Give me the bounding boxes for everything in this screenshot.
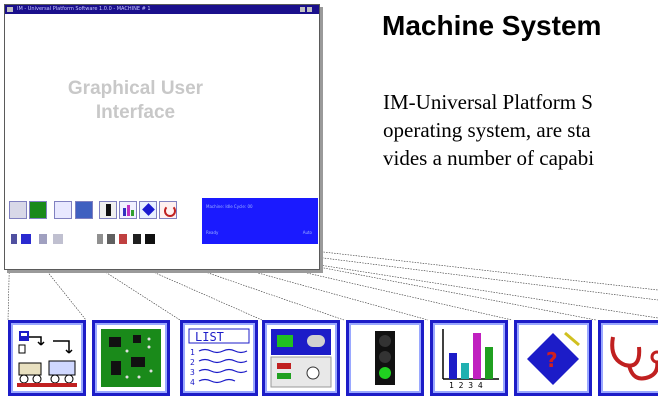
maximize-icon[interactable] [307, 7, 312, 12]
small-bar-chart-icon[interactable] [119, 201, 137, 219]
bar-chart-icon[interactable]: 1 2 3 4 [430, 320, 508, 396]
gui-watermark-line2: Interface [95, 102, 176, 123]
body-text-line-2: operating system, are sta [383, 118, 591, 142]
status-line1: Machine: Idle Cycle: 00 [206, 204, 253, 209]
status-indicator [21, 234, 31, 244]
title-bar: IM - Universal Platform Software 1.0.0 -… [5, 5, 319, 14]
list-icon[interactable]: LIST 1234 [180, 320, 258, 396]
section-heading: Machine System [382, 10, 602, 41]
status-indicator [119, 234, 127, 244]
small-list-icon[interactable] [54, 201, 72, 219]
gui-watermark-line1: Graphical User [67, 78, 204, 99]
svg-text:2: 2 [190, 358, 195, 367]
status-indicator [97, 234, 103, 244]
svg-text:LIST: LIST [195, 330, 224, 344]
status-indicator-row [9, 233, 199, 247]
stethoscope-icon[interactable] [598, 320, 658, 396]
status-line3: Auto [302, 230, 312, 235]
status-line2: Ready [206, 230, 219, 235]
small-traffic-light-icon[interactable] [99, 201, 117, 219]
svg-text:1 2 3 4: 1 2 3 4 [449, 381, 483, 389]
status-indicator [133, 234, 141, 244]
screenshot-window: IM - Universal Platform Software 1.0.0 -… [4, 4, 320, 270]
small-machine-diagram-icon[interactable] [9, 201, 27, 219]
control-panel-icon[interactable] [262, 320, 340, 396]
body-text-line-3: vides a number of capabi [383, 146, 595, 170]
gui-watermark: Graphical User Interface [5, 77, 266, 125]
status-indicator [107, 234, 115, 244]
svg-text:3: 3 [190, 368, 195, 377]
status-indicator [39, 234, 47, 244]
svg-text:1: 1 [190, 348, 195, 357]
body-text-line-1: IM-Universal Platform S [383, 90, 593, 114]
system-menu-icon[interactable] [7, 7, 13, 12]
circuit-board-icon[interactable] [92, 320, 170, 396]
small-help-book-icon[interactable] [139, 201, 157, 219]
status-indicator [145, 234, 155, 244]
small-circuit-board-icon[interactable] [29, 201, 47, 219]
window-title: IM - Universal Platform Software 1.0.0 -… [17, 6, 151, 12]
small-toolbar [9, 197, 199, 225]
svg-text:?: ? [546, 348, 558, 372]
status-panel: Machine: Idle Cycle: 00 Ready Auto [202, 198, 318, 244]
traffic-light-icon[interactable] [346, 320, 424, 396]
status-indicator [53, 234, 63, 244]
status-indicator [11, 234, 17, 244]
minimize-icon[interactable] [300, 7, 305, 12]
small-control-panel-icon[interactable] [75, 201, 93, 219]
small-stethoscope-icon[interactable] [159, 201, 177, 219]
help-book-icon[interactable]: ? [514, 320, 592, 396]
svg-text:4: 4 [190, 378, 195, 387]
machine-diagram-icon[interactable] [8, 320, 86, 396]
